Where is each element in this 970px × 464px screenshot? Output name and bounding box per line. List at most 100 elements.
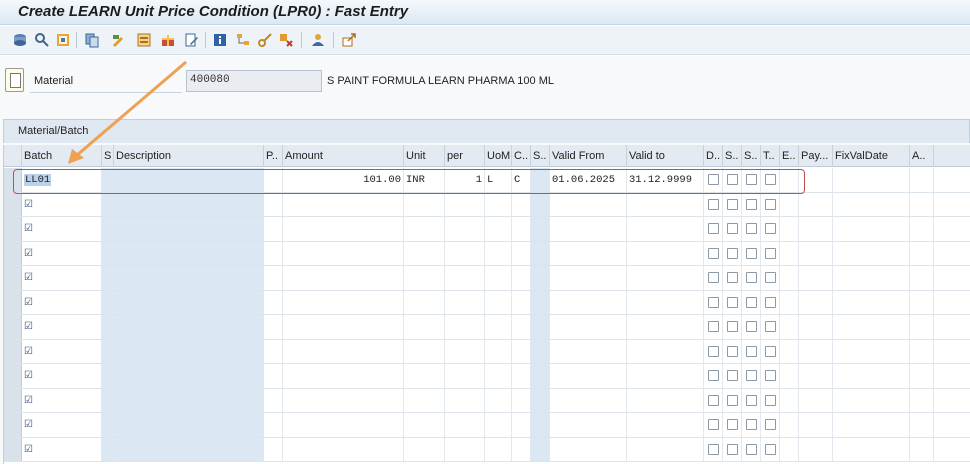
cell-unit[interactable] [404, 266, 445, 290]
cell-amount[interactable] [283, 241, 404, 265]
checkbox[interactable] [708, 443, 719, 455]
cell-description[interactable] [114, 192, 264, 216]
cell-batch[interactable]: ☑ [22, 241, 102, 265]
table-row[interactable]: ☑ [4, 437, 970, 462]
cell-valid-from[interactable] [550, 413, 627, 437]
cell-description[interactable] [114, 364, 264, 388]
cell-p[interactable] [264, 217, 283, 241]
find-icon[interactable] [34, 32, 50, 48]
checkbox[interactable] [765, 223, 776, 234]
cell-unit[interactable] [404, 192, 445, 216]
table-row[interactable]: ☑ [4, 192, 970, 217]
cell-s[interactable] [102, 339, 114, 363]
cell-batch[interactable]: ☑ [22, 290, 102, 314]
cell-unit[interactable] [404, 339, 445, 363]
col-valid-from[interactable]: Valid From [550, 145, 627, 167]
col-valid-to[interactable]: Valid to [627, 145, 704, 167]
cell-s2[interactable] [531, 388, 550, 412]
checkbox[interactable] [727, 443, 738, 455]
checkbox[interactable] [765, 370, 776, 381]
col-d[interactable]: D.. [704, 145, 723, 167]
table-row[interactable]: ☑ [4, 388, 970, 413]
checkbox[interactable] [746, 443, 757, 455]
save-icon[interactable] [12, 32, 28, 48]
cell-amount[interactable] [283, 413, 404, 437]
cell-amount[interactable] [283, 315, 404, 339]
cell-per[interactable] [445, 437, 485, 461]
key-icon[interactable] [257, 32, 273, 48]
checkbox[interactable] [746, 198, 757, 210]
cell-per[interactable] [445, 388, 485, 412]
cell-amount[interactable] [283, 192, 404, 216]
checkbox[interactable] [765, 321, 776, 332]
cell-s2[interactable] [531, 241, 550, 265]
cell-batch[interactable]: ☑ [22, 413, 102, 437]
cell-description[interactable] [114, 241, 264, 265]
col-p[interactable]: P.. [264, 145, 283, 167]
cell-amount[interactable] [283, 437, 404, 461]
cell-unit[interactable] [404, 241, 445, 265]
checkbox[interactable] [708, 223, 719, 234]
cell-unit[interactable] [404, 437, 445, 461]
cell-c[interactable] [512, 266, 531, 290]
row-selector[interactable] [4, 241, 22, 265]
cell-valid-from[interactable] [550, 241, 627, 265]
checkbox[interactable] [765, 345, 776, 357]
cell-amount[interactable] [283, 388, 404, 412]
cell-s2[interactable] [531, 364, 550, 388]
checkbox[interactable] [765, 272, 776, 283]
cell-uom[interactable] [485, 266, 512, 290]
row-selector[interactable] [4, 266, 22, 290]
table-row[interactable]: ☑ [4, 241, 970, 266]
cell-unit[interactable] [404, 364, 445, 388]
cell-s[interactable] [102, 217, 114, 241]
checkbox[interactable] [746, 223, 757, 234]
cell-description[interactable] [114, 339, 264, 363]
cell-per[interactable] [445, 290, 485, 314]
cell-c[interactable] [512, 217, 531, 241]
col-unit[interactable]: Unit [404, 145, 445, 167]
checkbox[interactable] [708, 296, 719, 308]
cell-valid-from[interactable] [550, 388, 627, 412]
checkbox[interactable] [727, 247, 738, 259]
cell-s2[interactable] [531, 437, 550, 461]
cell-unit[interactable] [404, 388, 445, 412]
cell-valid-from[interactable] [550, 364, 627, 388]
table-row[interactable]: ☑ [4, 266, 970, 291]
col-s2[interactable]: S.. [531, 145, 550, 167]
cell-c[interactable] [512, 437, 531, 461]
cell-c[interactable] [512, 339, 531, 363]
document-icon[interactable] [5, 68, 24, 92]
new-icon[interactable] [136, 32, 152, 48]
cell-s[interactable] [102, 364, 114, 388]
other-icon[interactable] [55, 32, 71, 48]
cell-per[interactable] [445, 217, 485, 241]
tab-material-batch[interactable]: Material/Batch [3, 119, 970, 143]
cell-p[interactable] [264, 388, 283, 412]
cell-unit[interactable] [404, 217, 445, 241]
cell-description[interactable] [114, 437, 264, 461]
col-uom[interactable]: UoM [485, 145, 512, 167]
checkbox[interactable] [708, 247, 719, 259]
cell-per[interactable] [445, 266, 485, 290]
cell-description[interactable] [114, 217, 264, 241]
cell-uom[interactable] [485, 437, 512, 461]
structure-icon[interactable] [235, 32, 251, 48]
cell-uom[interactable] [485, 364, 512, 388]
cell-valid-to[interactable] [627, 241, 704, 265]
row-selector[interactable] [4, 217, 22, 241]
cell-s2[interactable] [531, 217, 550, 241]
cell-valid-from[interactable] [550, 437, 627, 461]
cell-s[interactable] [102, 388, 114, 412]
cell-s[interactable] [102, 315, 114, 339]
checkbox[interactable] [765, 394, 776, 406]
cell-valid-to[interactable] [627, 388, 704, 412]
cell-amount[interactable] [283, 217, 404, 241]
cell-uom[interactable] [485, 339, 512, 363]
cell-valid-to[interactable] [627, 266, 704, 290]
checkbox[interactable] [708, 345, 719, 357]
cell-unit[interactable] [404, 413, 445, 437]
change-icon[interactable] [110, 32, 126, 48]
table-row[interactable]: ☑ [4, 315, 970, 340]
cell-per[interactable] [445, 413, 485, 437]
